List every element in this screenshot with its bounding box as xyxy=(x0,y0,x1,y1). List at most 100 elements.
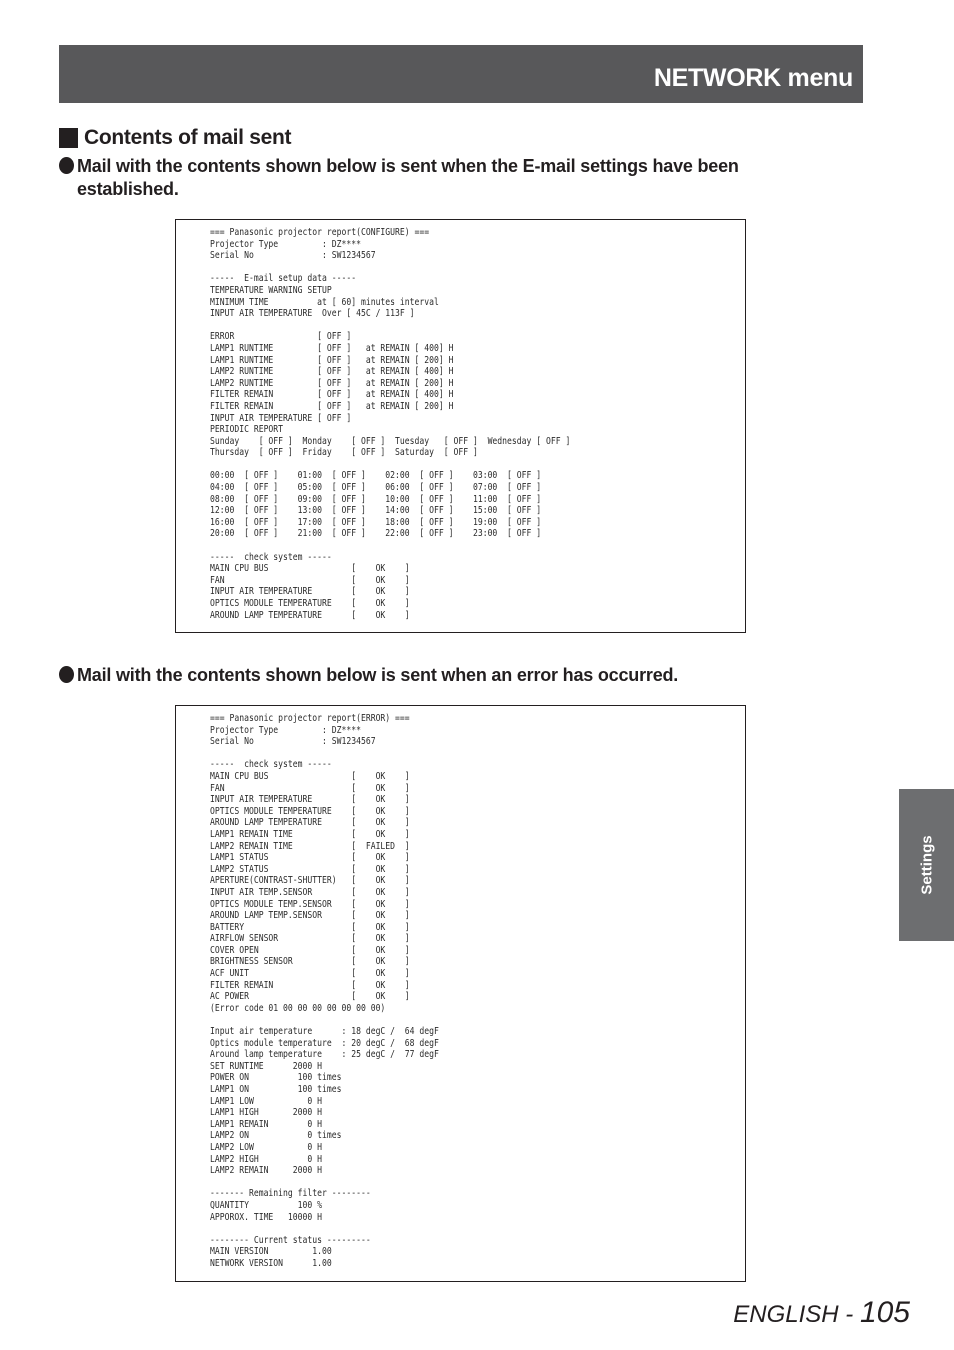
configure-mail-line: MINIMUM TIME at [ 60] minutes interval xyxy=(210,296,439,308)
section-header-bar: NETWORK menu xyxy=(59,45,863,103)
error-mail-line: LAMP1 ON 100 times xyxy=(210,1084,342,1095)
error-mail-line: POWER ON 100 times xyxy=(210,1072,342,1084)
error-mail-line: Around lamp temperature : 25 degC / 77 d… xyxy=(210,1049,439,1061)
configure-mail-line: AROUND LAMP TEMPERATURE [ OK ] xyxy=(210,609,410,621)
configure-mail-line: Projector Type : DZ**** xyxy=(210,238,361,250)
configure-mail-line: 16:00 [ OFF ] 17:00 [ OFF ] 18:00 [ OFF … xyxy=(210,516,542,528)
error-mail-line: Serial No : SW1234567 xyxy=(210,736,376,748)
header-title: NETWORK menu xyxy=(653,64,853,92)
error-mail-line: BATTERY [ OK ] xyxy=(210,921,410,933)
settings-side-tab: Settings xyxy=(899,789,954,941)
configure-mail-line: OPTICS MODULE TEMPERATURE [ OK ] xyxy=(210,598,410,609)
error-mail-line: LAMP2 STATUS [ OK ] xyxy=(210,863,410,875)
configure-mail-line xyxy=(210,320,570,332)
error-mail-line: ------- Remaining filter -------- xyxy=(210,1188,371,1200)
configure-mail-body: === Panasonic projector report(CONFIGURE… xyxy=(210,227,570,621)
error-mail-line: FILTER REMAIN [ OK ] xyxy=(210,979,410,991)
error-mail-line: NETWORK VERSION 1.00 xyxy=(210,1257,332,1269)
error-mail-line: ACF UNIT [ OK ] xyxy=(210,968,410,980)
configure-mail-line: TEMPERATURE WARNING SETUP xyxy=(210,284,332,296)
section-title: Contents of mail sent xyxy=(84,126,292,149)
error-mail-line xyxy=(210,1014,439,1026)
configure-mail-line: 04:00 [ OFF ] 05:00 [ OFF ] 06:00 [ OFF … xyxy=(210,482,542,494)
page-number: 105 xyxy=(859,1296,910,1329)
error-mail-line: INPUT AIR TEMPERATURE [ OK ] xyxy=(210,794,410,806)
error-mail-line: LAMP1 STATUS [ OK ] xyxy=(210,852,410,864)
configure-mail-line: MAIN CPU BUS [ OK ] xyxy=(210,563,410,575)
error-mail-line: BRIGHTNESS SENSOR [ OK ] xyxy=(210,956,410,968)
configure-mail-line: FILTER REMAIN [ OFF ] at REMAIN [ 200] H xyxy=(210,400,454,412)
error-mail-description: Mail with the contents shown below is se… xyxy=(59,664,839,687)
error-mail-line: OPTICS MODULE TEMPERATURE [ OK ] xyxy=(210,805,410,817)
error-mail-line: LAMP2 HIGH 0 H xyxy=(210,1153,323,1165)
configure-mail-line: 12:00 [ OFF ] 13:00 [ OFF ] 14:00 [ OFF … xyxy=(210,505,542,517)
configure-mail-line: === Panasonic projector report(CONFIGURE… xyxy=(210,227,430,238)
error-mail-line: Projector Type : DZ**** xyxy=(210,724,361,736)
footer-language: ENGLISH - xyxy=(733,1301,860,1328)
error-mail-line: APPOROX. TIME 10000 H xyxy=(210,1211,323,1223)
error-mail-line: OPTICS MODULE TEMP.SENSOR [ OK ] xyxy=(210,898,410,910)
section-heading: Contents of mail sent xyxy=(59,125,292,151)
error-mail-line: Optics module temperature : 20 degC / 68… xyxy=(210,1037,439,1049)
error-description-text: Mail with the contents shown below is se… xyxy=(77,665,679,685)
configure-mail-sample: === Panasonic projector report(CONFIGURE… xyxy=(175,219,746,633)
configure-mail-line: ----- check system ----- xyxy=(210,551,332,563)
configure-mail-line: FAN [ OK ] xyxy=(210,574,410,586)
error-mail-line: AROUND LAMP TEMPERATURE [ OK ] xyxy=(210,817,410,829)
error-mail-line: MAIN CPU BUS [ OK ] xyxy=(210,770,410,782)
configure-mail-line: Serial No : SW1234567 xyxy=(210,250,376,262)
error-mail-line: FAN [ OK ] xyxy=(210,782,410,794)
error-mail-line: QUANTITY 100 % xyxy=(210,1199,323,1211)
error-mail-line: LAMP1 LOW 0 H xyxy=(210,1095,323,1107)
configure-mail-line: LAMP1 RUNTIME [ OFF ] at REMAIN [ 200] H xyxy=(210,354,454,366)
page-footer: ENGLISH - 105 xyxy=(733,1296,910,1330)
configure-mail-line: INPUT AIR TEMPERATURE [ OK ] xyxy=(210,586,410,598)
side-tab-label: Settings xyxy=(918,835,935,895)
error-mail-line: LAMP1 REMAIN 0 H xyxy=(210,1118,323,1130)
bullet-dot-icon xyxy=(59,666,74,683)
configure-mail-line: PERIODIC REPORT xyxy=(210,424,284,436)
configure-mail-description: Mail with the contents shown below is se… xyxy=(59,155,839,201)
error-mail-body: === Panasonic projector report(ERROR) ==… xyxy=(210,713,439,1270)
error-mail-line: LAMP2 LOW 0 H xyxy=(210,1141,323,1153)
error-mail-line: MAIN VERSION 1.00 xyxy=(210,1246,332,1258)
configure-mail-line xyxy=(210,262,570,274)
configure-mail-line: Sunday [ OFF ] Monday [ OFF ] Tuesday [ … xyxy=(210,435,571,447)
error-mail-line: APERTURE(CONTRAST-SHUTTER) [ OK ] xyxy=(210,875,410,887)
configure-mail-line: 00:00 [ OFF ] 01:00 [ OFF ] 02:00 [ OFF … xyxy=(210,470,542,482)
error-mail-line xyxy=(210,1177,439,1189)
configure-mail-line: ERROR [ OFF ] xyxy=(210,331,352,343)
error-mail-line: COVER OPEN [ OK ] xyxy=(210,944,410,956)
error-mail-sample: === Panasonic projector report(ERROR) ==… xyxy=(175,705,746,1282)
configure-mail-line: ----- E-mail setup data ----- xyxy=(210,273,357,285)
error-mail-line: AROUND LAMP TEMP.SENSOR [ OK ] xyxy=(210,910,410,922)
configure-mail-line: LAMP2 RUNTIME [ OFF ] at REMAIN [ 400] H xyxy=(210,366,454,378)
configure-mail-line: Thursday [ OFF ] Friday [ OFF ] Saturday… xyxy=(210,447,478,459)
error-mail-line: LAMP2 REMAIN TIME [ FAILED ] xyxy=(210,840,410,852)
configure-mail-line xyxy=(210,540,570,552)
error-mail-line: ----- check system ----- xyxy=(210,759,332,771)
configure-mail-line: 20:00 [ OFF ] 21:00 [ OFF ] 22:00 [ OFF … xyxy=(210,528,542,540)
error-mail-line xyxy=(210,748,439,760)
configure-mail-line: FILTER REMAIN [ OFF ] at REMAIN [ 400] H xyxy=(210,389,454,401)
configure-mail-line: LAMP2 RUNTIME [ OFF ] at REMAIN [ 200] H xyxy=(210,377,454,389)
error-mail-line: SET RUNTIME 2000 H xyxy=(210,1060,323,1072)
error-mail-line: -------- Current status --------- xyxy=(210,1234,371,1246)
error-mail-line: INPUT AIR TEMP.SENSOR [ OK ] xyxy=(210,886,410,898)
configure-mail-line: LAMP1 RUNTIME [ OFF ] at REMAIN [ 400] H xyxy=(210,342,454,354)
configure-description-line2: established. xyxy=(77,179,179,199)
error-mail-line: AC POWER [ OK ] xyxy=(210,991,410,1003)
bullet-dot-icon xyxy=(59,157,74,174)
configure-description-line1: Mail with the contents shown below is se… xyxy=(77,156,739,176)
configure-mail-line xyxy=(210,459,570,471)
error-mail-line: AIRFLOW SENSOR [ OK ] xyxy=(210,933,410,945)
error-mail-line: Input air temperature : 18 degC / 64 deg… xyxy=(210,1026,439,1038)
error-mail-line: LAMP1 HIGH 2000 H xyxy=(210,1107,323,1119)
configure-mail-line: INPUT AIR TEMPERATURE Over [ 45C / 113F … xyxy=(210,308,415,320)
error-mail-line xyxy=(210,1223,439,1235)
error-mail-line: LAMP2 REMAIN 2000 H xyxy=(210,1165,323,1177)
error-mail-line: (Error code 01 00 00 00 00 00 00 00) xyxy=(210,1002,386,1014)
error-mail-line: LAMP1 REMAIN TIME [ OK ] xyxy=(210,828,410,840)
error-mail-line: LAMP2 ON 0 times xyxy=(210,1130,342,1142)
error-mail-line: === Panasonic projector report(ERROR) ==… xyxy=(210,713,410,724)
